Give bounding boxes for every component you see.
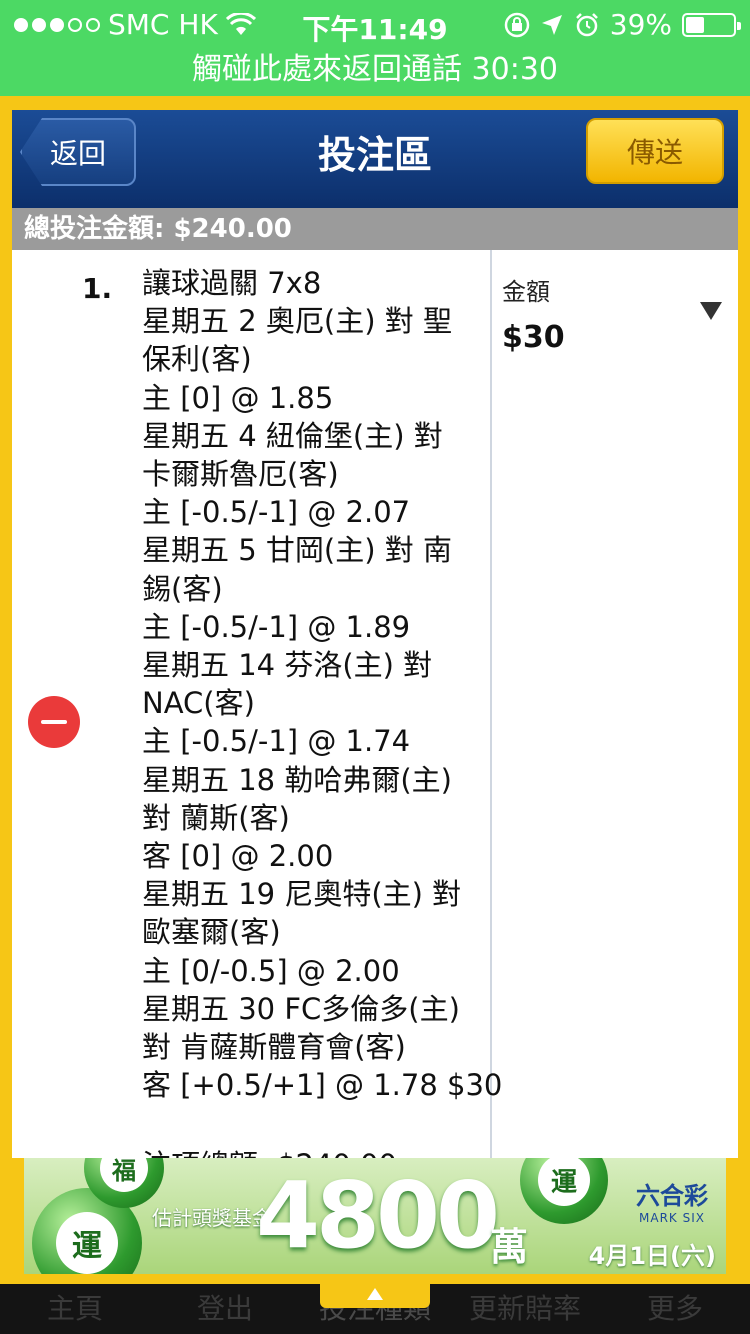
alarm-icon — [575, 12, 598, 36]
nav-more[interactable]: 更多 — [600, 1284, 750, 1334]
amount-label: 金額 — [502, 278, 550, 306]
bet-line: 星期五 14 芬洛(主) 對 — [142, 648, 433, 683]
lucky-ball-icon: 運 — [520, 1158, 608, 1224]
status-bar: SMC HK 下午11:49 39% — [0, 0, 750, 50]
bet-line: 主 [-0.5/-1] @ 2.07 — [142, 495, 411, 530]
amount-dropdown-icon[interactable] — [700, 302, 722, 320]
return-to-call-banner[interactable]: 觸碰此處來返回通話 30:30 — [0, 50, 750, 96]
nav-update-odds[interactable]: 更新賠率 — [450, 1284, 600, 1334]
bet-line: NAC(客) — [142, 686, 255, 721]
bet-index: 1. — [82, 272, 113, 305]
bet-line: 主 [-0.5/-1] @ 1.89 — [142, 609, 411, 644]
column-divider — [490, 250, 492, 1158]
location-icon — [541, 14, 562, 35]
bet-line: 星期五 19 尼奧特(主) 對 — [142, 877, 462, 912]
bet-line: 主 [0] @ 1.85 — [142, 380, 334, 415]
nav-home[interactable]: 主頁 — [0, 1284, 150, 1334]
bet-line: 星期五 4 紐倫堡(主) 對 — [142, 418, 443, 453]
ad-jackpot-amount: 4800 — [256, 1162, 500, 1269]
bet-line: 客 [0] @ 2.00 — [142, 839, 334, 874]
bet-details: 讓球過關 7x8 星期五 2 奧厄(主) 對 聖保利(客) 主 [0] @ 1.85… — [142, 264, 503, 1104]
status-right: 39% — [504, 8, 741, 41]
ad-jackpot-unit: 萬 — [490, 1225, 529, 1269]
bet-line: 對 肯薩斯體育會(客) — [142, 1030, 406, 1065]
nav-expand-handle[interactable] — [320, 1282, 430, 1308]
nav-logout[interactable]: 登出 — [150, 1284, 300, 1334]
bet-line: 保利(客) — [142, 342, 252, 377]
battery-fill — [686, 16, 704, 33]
send-button[interactable]: 傳送 — [586, 118, 724, 184]
total-bet-amount: 總投注金額: $240.00 — [12, 208, 738, 250]
bet-line: 星期五 2 奧厄(主) 對 聖 — [142, 304, 452, 339]
bet-line: 錫(客) — [142, 571, 223, 606]
ad-subtitle: 估計頭獎基金 — [152, 1206, 272, 1230]
bet-line: 主 [0/-0.5] @ 2.00 — [142, 953, 400, 988]
bet-line: 卡爾斯魯厄(客) — [142, 457, 339, 492]
bet-line: 客 [+0.5/+1] @ 1.78 $30 — [142, 1068, 503, 1103]
header-bar: 返回 投注區 傳送 — [12, 110, 738, 208]
bet-line: 星期五 30 FC多倫多(主) — [142, 991, 460, 1026]
mark-six-ad-banner[interactable]: 運 福 運 估計頭獎基金 4800 萬 六合彩 MARK SIX 4月1日(六) — [24, 1158, 726, 1274]
bet-slip-list[interactable]: 1. 讓球過關 7x8 星期五 2 奧厄(主) 對 聖保利(客) 主 [0] @ 1… — [12, 250, 738, 1158]
bet-line: 對 蘭斯(客) — [142, 800, 290, 835]
rotation-lock-icon — [504, 12, 530, 37]
amount-value[interactable]: $30 — [502, 320, 565, 355]
bet-line: 星期五 5 甘岡(主) 對 南 — [142, 533, 452, 568]
bet-line: 星期五 18 勒哈弗爾(主) — [142, 762, 452, 797]
mark-six-logo: 六合彩 MARK SIX — [636, 1182, 708, 1225]
battery-percent: 39% — [609, 8, 672, 41]
bet-total-footer: 注項總額: $240.00 — [142, 1142, 397, 1158]
ad-draw-date: 4月1日(六) — [588, 1242, 716, 1270]
remove-bet-button[interactable] — [28, 696, 80, 748]
bet-line: 歐塞爾(客) — [142, 915, 281, 950]
bet-line: 讓球過關 7x8 — [142, 266, 322, 300]
battery-icon — [682, 12, 741, 37]
bet-line: 主 [-0.5/-1] @ 1.74 — [142, 724, 411, 759]
